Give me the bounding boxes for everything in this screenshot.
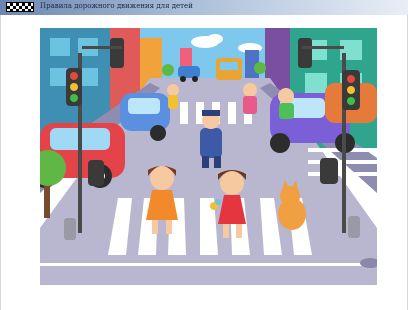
street-crossing-illustration xyxy=(40,28,377,285)
window-titlebar: Правила дорожного движения для детей xyxy=(0,0,408,15)
kid-girl-pink xyxy=(243,83,257,114)
yellow-truck xyxy=(216,58,242,80)
kid-yellow xyxy=(167,84,179,109)
window-title: Правила дорожного движения для детей xyxy=(40,2,193,10)
trash-bin-left xyxy=(64,218,76,240)
kid-boy-green xyxy=(278,88,294,119)
checkered-flag-icon xyxy=(6,2,34,12)
trash-bin-right xyxy=(348,216,360,238)
